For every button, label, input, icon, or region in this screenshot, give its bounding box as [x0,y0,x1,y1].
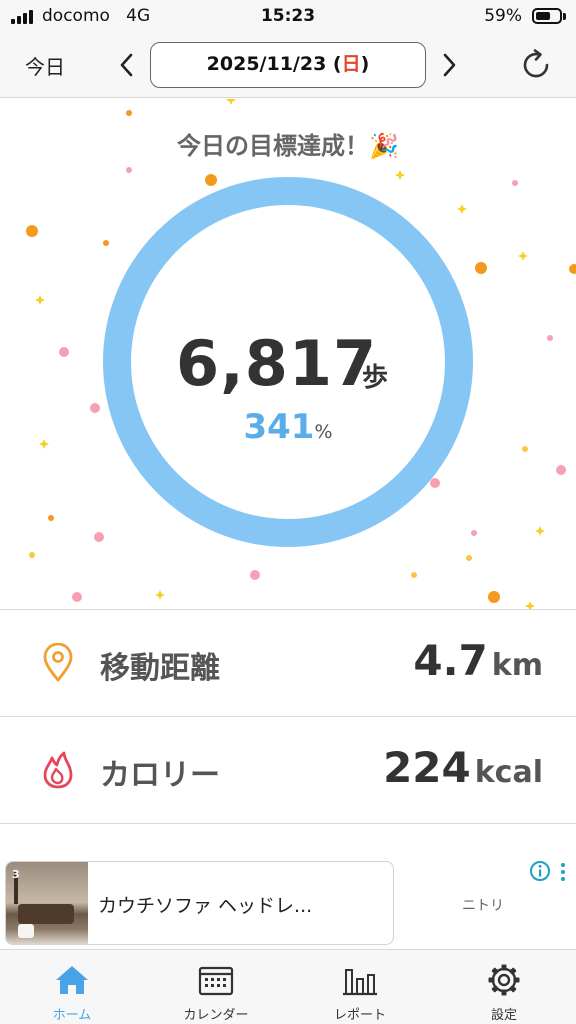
refresh-icon [523,49,549,78]
distance-row: 移動距離 4.7 km [0,610,576,717]
distance-label: 移動距離 [100,651,220,686]
goal-percent-unit: % [314,421,333,443]
ad-image-badge: 3 [12,868,20,881]
ad-product-image: 3 [6,862,88,944]
date-selector[interactable]: 2025/11/23 (日) [150,42,426,88]
tab-calendar[interactable]: カレンダー [144,950,288,1024]
flame-icon [43,751,73,789]
status-bar: docomo 4G 15:23 59% [0,0,576,34]
tab-report-label: レポート [333,1008,386,1023]
chevron-right-icon [443,53,456,77]
tab-report[interactable]: レポート [288,950,432,1024]
distance-value-group: 4.7 km [413,636,543,685]
date-close-paren: ) [360,53,370,75]
calorie-unit: kcal [474,755,543,790]
ad-advertiser: ニトリ [462,898,504,914]
ad-info-icon[interactable] [529,860,551,882]
battery-percent: 59% [484,6,522,26]
previous-day-button[interactable] [112,48,142,82]
refresh-button[interactable] [520,48,554,82]
map-pin-icon [43,643,73,682]
calorie-value-group: 224 kcal [383,743,543,792]
chevron-left-icon [120,53,133,77]
day-of-week: 日 [341,53,361,75]
calorie-label: カロリー [100,758,220,793]
tab-calendar-label: カレンダー [183,1008,249,1023]
date-navigation-header: 今日 2025/11/23 (日) [0,34,576,98]
battery-icon [532,8,566,24]
calorie-value: 224 [383,743,471,792]
tab-home-label: ホーム [52,1008,92,1023]
date-text: 2025/11/23 ( [206,53,342,75]
calendar-icon [198,966,234,996]
goal-percent-value: 341 [243,407,315,447]
tab-settings-label: 設定 [490,1008,517,1023]
goal-achieved-title: 今日の目標達成！🎉 [177,132,399,160]
next-day-button[interactable] [434,48,464,82]
ad-options-icon[interactable] [558,861,568,883]
gear-icon [488,964,520,996]
ad-banner[interactable]: 3 カウチソファ ヘッドレ... [5,861,394,945]
ad-title: カウチソファ ヘッドレ... [98,895,313,917]
tab-home[interactable]: ホーム [0,950,144,1024]
distance-unit: km [491,648,543,683]
tab-settings[interactable]: 設定 [432,950,576,1024]
bar-chart-icon [343,969,377,996]
calorie-row: カロリー 224 kcal [0,717,576,824]
step-count: 6,817 [176,327,378,400]
bottom-tab-bar: ホーム カレンダー レポート 設定 [0,949,576,1024]
daily-goal-panel: 今日の目標達成！🎉 6,817 歩 341% [0,99,576,610]
home-icon [56,966,88,994]
step-unit: 歩 [362,363,389,393]
today-button[interactable]: 今日 [25,51,65,80]
distance-value: 4.7 [413,636,488,685]
goal-percentage: 341% [0,407,576,447]
